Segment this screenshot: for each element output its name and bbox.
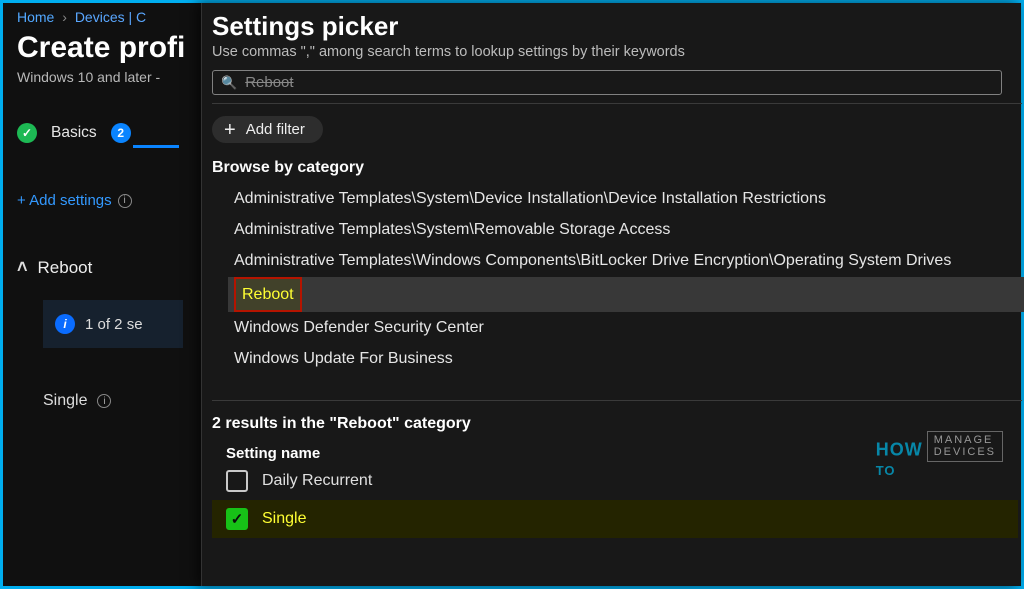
group-reboot-title: Reboot [38,258,93,278]
breadcrumb-home[interactable]: Home [17,9,54,25]
wizard-active-underline [133,145,179,148]
group-info-text: 1 of 2 se [85,316,143,333]
chevron-up-icon [17,257,28,278]
result-label: Daily Recurrent [262,472,372,490]
category-item[interactable]: Windows Defender Security Center [234,312,1017,343]
category-item[interactable]: Administrative Templates\System\Removabl… [234,214,1017,245]
search-value: Reboot [245,74,293,91]
result-label: Single [262,510,306,528]
category-item[interactable]: Administrative Templates\System\Device I… [234,183,1017,214]
step-basics-label[interactable]: Basics [51,124,97,142]
flyout-subtitle: Use commas "," among search terms to loo… [212,44,1017,60]
plus-icon: + [224,123,236,137]
page-subtitle: Windows 10 and later - [17,69,203,85]
category-item[interactable]: Windows Update For Business [234,343,1017,374]
info-icon[interactable]: i [97,394,111,408]
watermark-to: TO [876,463,896,478]
info-icon[interactable]: i [118,194,132,208]
flyout-title: Settings picker [212,11,1017,42]
info-badge-icon: i [55,314,75,334]
step-active-icon: 2 [111,123,131,143]
checkbox[interactable] [226,508,248,530]
watermark: HOWMANAGEDEVICES TO [876,431,1003,480]
browse-by-category-label: Browse by category [212,159,1017,177]
results-heading: 2 results in the "Reboot" category [212,400,1022,433]
breadcrumb[interactable]: Home › Devices | C [17,7,203,25]
page-title: Create profi [17,31,203,65]
add-settings-label: + Add settings [17,192,112,209]
settings-picker-flyout: Settings picker Use commas "," among sea… [201,3,1021,586]
breadcrumb-sep-1: › [62,9,67,25]
group-info-card[interactable]: i 1 of 2 se [43,300,183,348]
search-icon: 🔍 [221,75,237,91]
group-reboot-header[interactable]: Reboot [17,257,203,278]
category-item[interactable]: Reboot [228,277,1024,312]
search-input[interactable]: 🔍 Reboot [212,70,1002,95]
add-settings-link[interactable]: + Add settings i [17,192,203,209]
result-row[interactable]: Single [212,500,1018,538]
wizard-steps: Basics 2 [17,123,203,143]
category-item-selected-label: Reboot [234,277,302,312]
add-filter-button[interactable]: + Add filter [212,116,323,143]
checkbox[interactable] [226,470,248,492]
breadcrumb-devices[interactable]: Devices | C [75,9,146,25]
watermark-how: HOW [876,439,923,459]
category-item[interactable]: Administrative Templates\Windows Compone… [234,245,1017,276]
divider [212,103,1022,104]
setting-single-row[interactable]: Single i [43,392,203,410]
watermark-box: MANAGEDEVICES [927,431,1003,462]
step-done-icon [17,123,37,143]
setting-single-label: Single [43,392,87,410]
add-filter-label: Add filter [246,121,305,138]
category-list: Administrative Templates\System\Device I… [212,183,1017,374]
